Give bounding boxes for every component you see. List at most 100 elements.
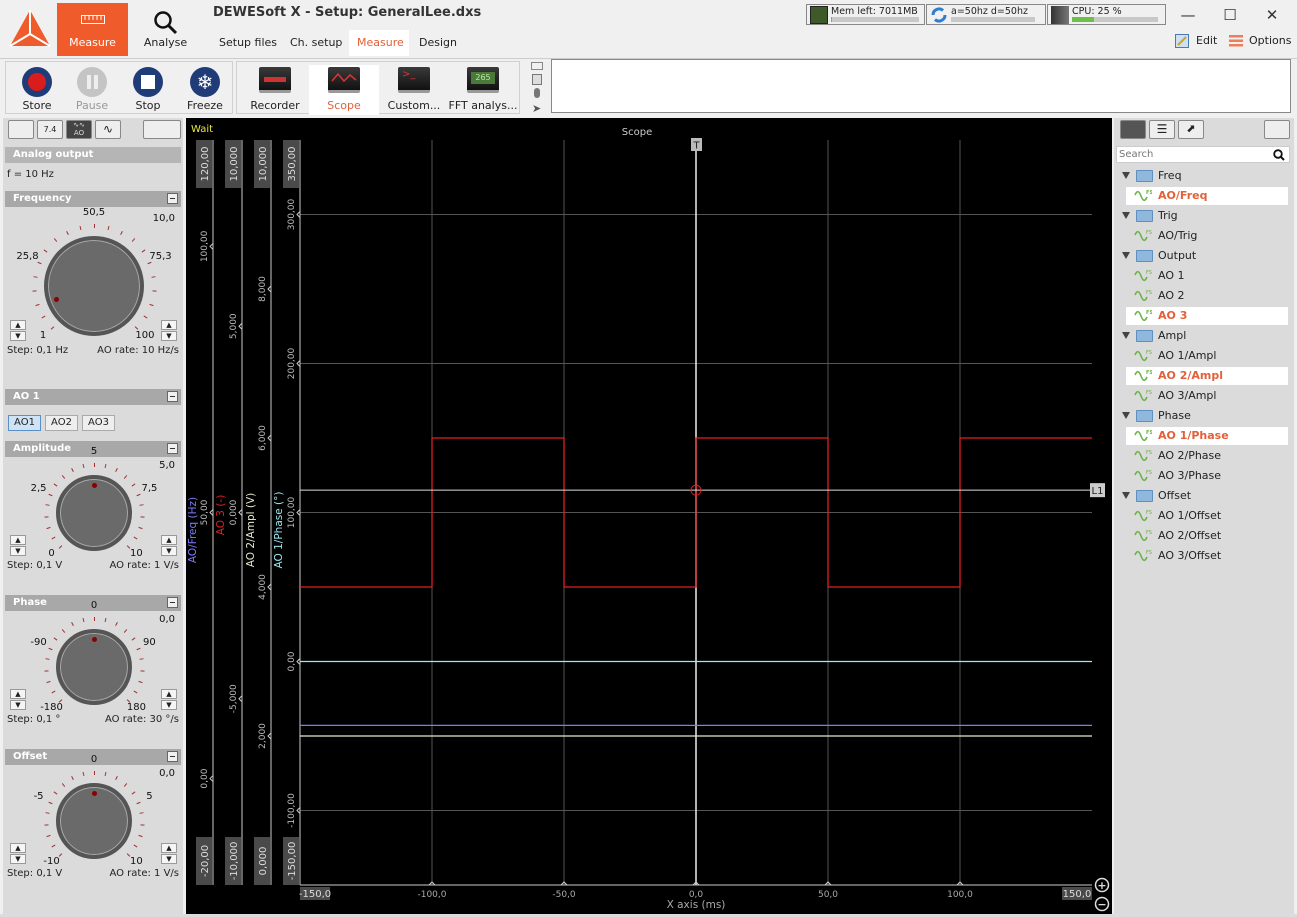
keyboard-icon[interactable] bbox=[531, 62, 543, 70]
pause-button[interactable]: Pause bbox=[63, 65, 121, 115]
trigger-level-marker[interactable]: L1 bbox=[1090, 483, 1105, 498]
offset-right-up-button[interactable]: ▲ bbox=[161, 843, 177, 853]
custom-button[interactable]: >_ Custom... bbox=[385, 65, 443, 115]
expand-triangle-icon[interactable] bbox=[1122, 412, 1130, 419]
amplitude-right-up-button[interactable]: ▲ bbox=[161, 535, 177, 545]
dewesoft-logo-icon bbox=[9, 10, 51, 47]
offset-left-down-button[interactable]: ▼ bbox=[10, 854, 26, 864]
phase-right-down-button[interactable]: ▼ bbox=[161, 700, 177, 710]
expand-triangle-icon[interactable] bbox=[1122, 212, 1130, 219]
channel-item[interactable]: FS AO 2/Phase bbox=[1126, 447, 1288, 465]
expand-triangle-icon[interactable] bbox=[1122, 252, 1130, 259]
scope-chart[interactable]: Wait Scope 120,00 -20,00 100,00 50,00 0,00 10… bbox=[186, 118, 1112, 914]
channel-item[interactable]: FS AO 3 bbox=[1126, 307, 1288, 325]
phase-right-up-button[interactable]: ▲ bbox=[161, 689, 177, 699]
knob-tick bbox=[51, 844, 56, 848]
channel-list-view-icon[interactable]: ☰ bbox=[1149, 120, 1175, 139]
collapse-ao-button[interactable] bbox=[167, 391, 178, 402]
channel-search-input[interactable] bbox=[1117, 147, 1267, 162]
analog-output-tab-icon[interactable]: ∿∿ AO bbox=[66, 120, 92, 139]
x-axis: -150,0 -100,0 -50,0 0,0 50,0 100,0 150,0X axis… bbox=[299, 881, 1092, 911]
memory-bar-fill bbox=[831, 17, 832, 22]
collapse-offset-button[interactable] bbox=[167, 751, 178, 762]
scope-display[interactable]: Wait Scope 120,00 -20,00 100,00 50,00 0,00 10… bbox=[186, 118, 1112, 914]
channel-item[interactable]: FS AO 3/Offset bbox=[1126, 547, 1288, 565]
note-icon[interactable] bbox=[532, 74, 542, 85]
search-icon[interactable] bbox=[1273, 149, 1285, 161]
signal-tab-icon[interactable]: ∿ bbox=[95, 120, 121, 139]
frequency-right-up-button[interactable]: ▲ bbox=[161, 320, 177, 330]
maximize-button[interactable]: ☐ bbox=[1210, 4, 1250, 26]
channel-item[interactable]: FS AO 3/Phase bbox=[1126, 467, 1288, 485]
freeze-button[interactable]: ❄ Freeze bbox=[176, 65, 234, 115]
knob-tick bbox=[71, 776, 75, 781]
channel-item[interactable]: FS AO 1/Phase bbox=[1126, 427, 1288, 445]
scope-button[interactable]: Scope bbox=[309, 65, 379, 115]
phase-knob[interactable] bbox=[56, 629, 132, 705]
ao1-button[interactable]: AO1 bbox=[8, 415, 41, 431]
offset-knob[interactable] bbox=[56, 783, 132, 859]
channel-item[interactable]: FS AO 1/Offset bbox=[1126, 507, 1288, 525]
expand-triangle-icon[interactable] bbox=[1122, 172, 1130, 179]
channel-item[interactable]: FS AO 2/Offset bbox=[1126, 527, 1288, 545]
channel-item[interactable]: FS AO/Freq bbox=[1126, 187, 1288, 205]
channel-tree-tab-icon[interactable] bbox=[1120, 120, 1146, 139]
custom-label: Custom... bbox=[387, 99, 441, 112]
select-pointer-icon[interactable]: ⬈ bbox=[1178, 120, 1204, 139]
collapse-amplitude-button[interactable] bbox=[167, 443, 178, 454]
y-axis-title: AO 1/Phase (°) bbox=[273, 492, 285, 569]
channel-item[interactable]: FS AO 1/Ampl bbox=[1126, 347, 1288, 365]
phase-left-up-button[interactable]: ▲ bbox=[10, 689, 26, 699]
offset-left-up-button[interactable]: ▲ bbox=[10, 843, 26, 853]
pointer-icon[interactable]: ➤ bbox=[532, 102, 541, 115]
analog-output-header: Analog output bbox=[5, 147, 181, 163]
tree-group-label: Ampl bbox=[1158, 329, 1187, 342]
frequency-left-down-button[interactable]: ▼ bbox=[10, 331, 26, 341]
recorder-button[interactable]: Recorder bbox=[246, 65, 304, 115]
ao2-button[interactable]: AO2 bbox=[45, 415, 78, 431]
control-tab-icon[interactable] bbox=[143, 120, 181, 139]
amplitude-left-down-button[interactable]: ▼ bbox=[10, 546, 26, 556]
collapse-phase-button[interactable] bbox=[167, 597, 178, 608]
stop-button[interactable]: Stop bbox=[119, 65, 177, 115]
channel-item[interactable]: FS AO 1 bbox=[1126, 267, 1288, 285]
offset-right-down-button[interactable]: ▼ bbox=[161, 854, 177, 864]
phase-step: Step: 0,1 ° bbox=[7, 714, 61, 725]
channel-item[interactable]: FS AO 2 bbox=[1126, 287, 1288, 305]
channel-item[interactable]: FS AO/Trig bbox=[1126, 227, 1288, 245]
phase-left-down-button[interactable]: ▼ bbox=[10, 700, 26, 710]
close-button[interactable]: ✕ bbox=[1252, 4, 1292, 26]
expand-triangle-icon[interactable] bbox=[1122, 332, 1130, 339]
amplitude-right-down-button[interactable]: ▼ bbox=[161, 546, 177, 556]
tab-setup-files[interactable]: Setup files bbox=[211, 30, 285, 56]
frequency-right-down-button[interactable]: ▼ bbox=[161, 331, 177, 341]
collapse-frequency-button[interactable] bbox=[167, 193, 178, 204]
zoom-out-button[interactable]: − bbox=[1094, 896, 1110, 912]
channel-item[interactable]: FS AO 2/Ampl bbox=[1126, 367, 1288, 385]
expand-triangle-icon[interactable] bbox=[1122, 492, 1130, 499]
frequency-left-up-button[interactable]: ▲ bbox=[10, 320, 26, 330]
y-axis-min-label: -20,00 bbox=[200, 845, 211, 877]
tab-ch-setup[interactable]: Ch. setup bbox=[282, 30, 350, 56]
note-text-area[interactable] bbox=[551, 59, 1291, 113]
frequency-knob[interactable] bbox=[44, 236, 144, 336]
amplitude-left-up-button[interactable]: ▲ bbox=[10, 535, 26, 545]
trigger-marker[interactable]: T bbox=[691, 138, 702, 152]
channel-list-tab-icon[interactable] bbox=[8, 120, 34, 139]
fft-button[interactable]: 265 FFT analys... bbox=[449, 65, 517, 115]
channel-item[interactable]: FS AO 3/Ampl bbox=[1126, 387, 1288, 405]
mode-measure-button[interactable]: Measure bbox=[57, 3, 128, 56]
amplitude-knob[interactable] bbox=[56, 475, 132, 551]
zoom-in-button[interactable]: + bbox=[1094, 877, 1110, 893]
store-button[interactable]: Store bbox=[8, 65, 66, 115]
tab-design[interactable]: Design bbox=[411, 30, 465, 56]
minimize-button[interactable]: — bbox=[1168, 4, 1208, 26]
y-axis-tick-label: 50,00 bbox=[200, 499, 210, 525]
microphone-icon[interactable] bbox=[534, 88, 540, 98]
ao3-button[interactable]: AO3 bbox=[82, 415, 115, 431]
mode-analyse-button[interactable]: Analyse bbox=[130, 3, 201, 56]
panel-toggle-icon[interactable] bbox=[1264, 120, 1290, 139]
tab-measure[interactable]: Measure bbox=[349, 30, 409, 56]
digital-value-tab-icon[interactable]: 7.4 bbox=[37, 120, 63, 139]
knob-indicator bbox=[91, 790, 97, 796]
